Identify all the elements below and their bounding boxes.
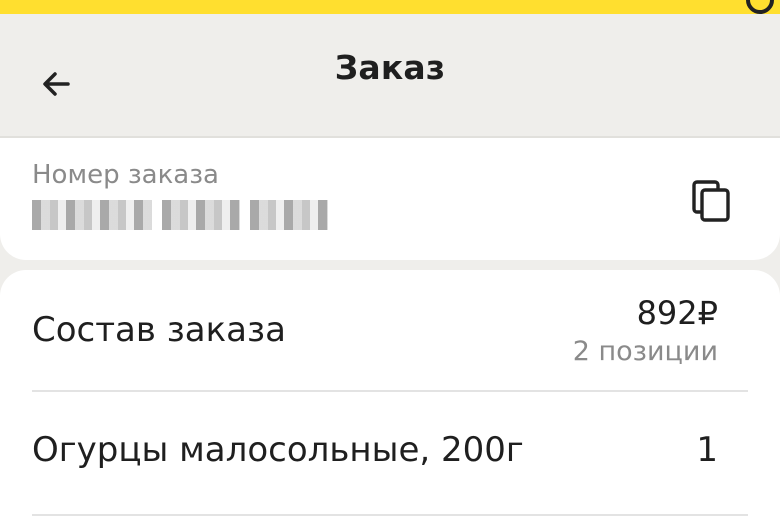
order-content-card: Состав заказа 892₽ 2 позиции Огурцы мало…: [0, 270, 780, 530]
redacted-segment: [162, 200, 240, 230]
copy-order-number-button[interactable]: [690, 178, 734, 224]
item-name: Огурцы малосольные, 200г: [32, 430, 524, 470]
status-bar: [0, 0, 780, 14]
order-content-title: Состав заказа: [32, 310, 286, 350]
copy-icon: [692, 180, 730, 222]
redacted-segment: [250, 200, 328, 230]
order-number-card: Номер заказа: [0, 138, 780, 260]
order-item-row[interactable]: Огурцы малосольные, 200г 1: [32, 392, 748, 516]
order-total: 892₽: [636, 294, 718, 332]
positions-count: 2 позиции: [572, 336, 718, 367]
app-header: Заказ: [0, 14, 780, 138]
page-title: Заказ: [334, 48, 446, 87]
order-summary-row[interactable]: Состав заказа 892₽ 2 позиции: [32, 270, 748, 392]
order-number-label: Номер заказа: [32, 160, 219, 190]
order-number-value-redacted: [32, 196, 328, 234]
status-indicator-icon: [746, 0, 774, 14]
redacted-segment: [32, 200, 152, 230]
item-quantity: 1: [696, 430, 718, 470]
